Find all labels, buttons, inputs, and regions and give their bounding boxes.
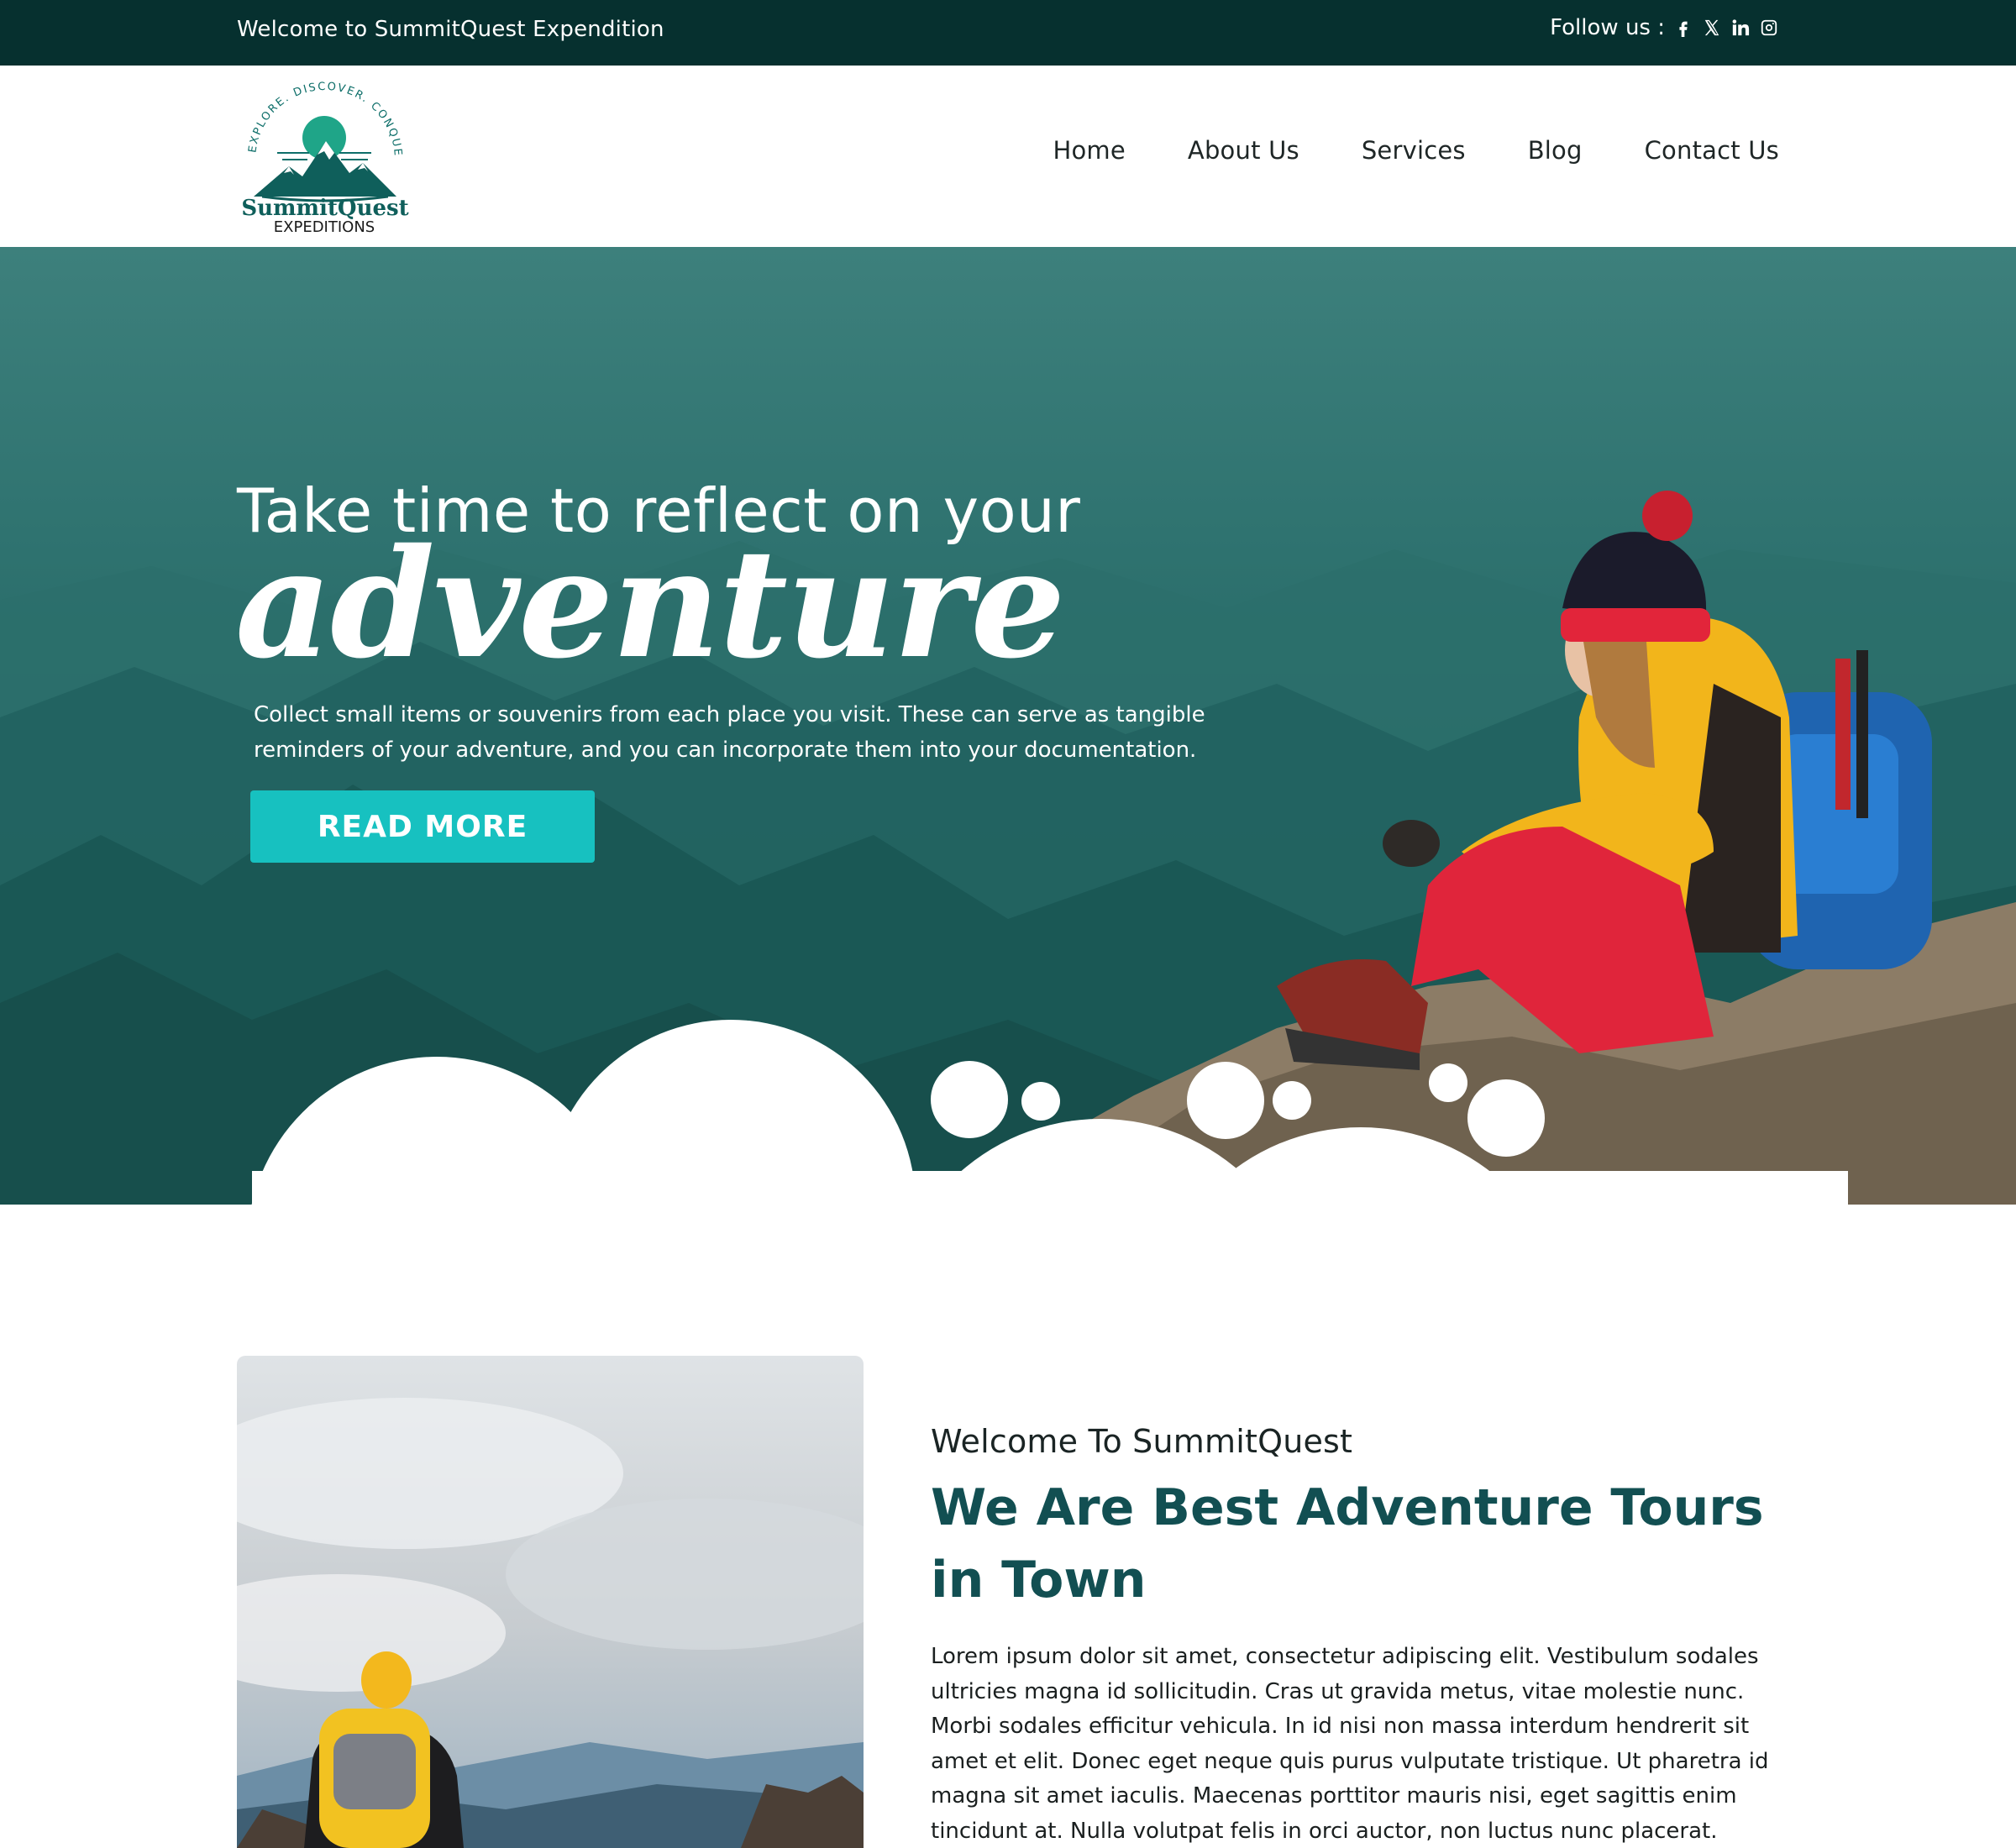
svg-text:EXPEDITIONS: EXPEDITIONS: [274, 218, 375, 236]
about-image: [237, 1356, 864, 1848]
hero-description: Collect small items or souvenirs from ea…: [254, 702, 1205, 763]
brand-logo[interactable]: EXPLORE. DISCOVER. CONQUER. SummitQuest …: [233, 70, 413, 237]
about-content: Welcome To SummitQuest We Are Best Adven…: [931, 1423, 1788, 1848]
welcome-message: Welcome to SummitQuest Expendition: [237, 17, 664, 42]
x-icon[interactable]: [1702, 16, 1722, 39]
nav-about-us[interactable]: About Us: [1188, 136, 1299, 165]
hero-title-emphasis: adventure: [235, 516, 1066, 691]
nav-blog[interactable]: Blog: [1528, 136, 1583, 165]
about-headline: We Are Best Adventure Tours in Town: [931, 1478, 1764, 1609]
follow-label: Follow us :: [1550, 15, 1665, 40]
hero-banner: Take time to reflect on your adventure C…: [0, 247, 2016, 1205]
about-body: Lorem ipsum dolor sit amet, consectetur …: [931, 1644, 1769, 1844]
instagram-icon[interactable]: [1759, 16, 1779, 39]
main-nav: Home About Us Services Blog Contact Us: [1053, 136, 1779, 165]
nav-contact-us[interactable]: Contact Us: [1645, 136, 1779, 165]
linkedin-icon[interactable]: [1730, 16, 1751, 39]
social-links: Follow us :: [1550, 15, 1779, 40]
site-header: EXPLORE. DISCOVER. CONQUER. SummitQuest …: [0, 66, 2016, 247]
nav-services[interactable]: Services: [1362, 136, 1466, 165]
facebook-icon[interactable]: [1673, 16, 1693, 39]
top-bar: Welcome to SummitQuest Expendition Follo…: [0, 0, 2016, 66]
read-more-button[interactable]: READ MORE: [250, 790, 595, 863]
svg-text:SummitQuest: SummitQuest: [241, 196, 408, 221]
nav-home[interactable]: Home: [1053, 136, 1125, 165]
about-kicker: Welcome To SummitQuest: [931, 1423, 1353, 1460]
